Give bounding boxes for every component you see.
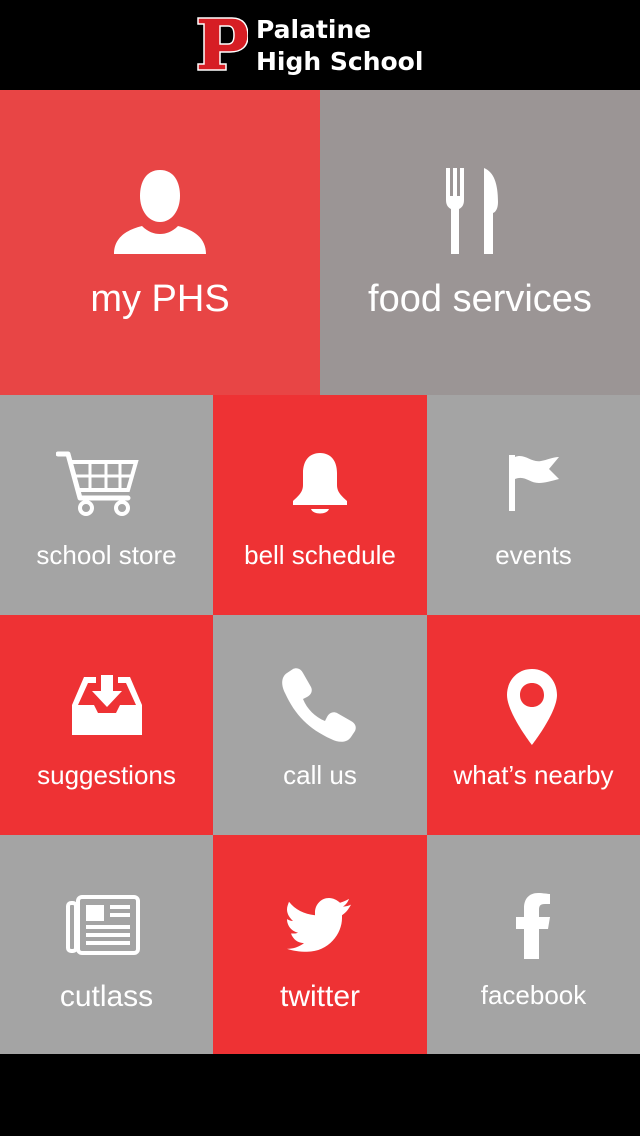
shopping-cart-icon <box>56 451 139 516</box>
inbox-download-icon <box>72 675 142 735</box>
tile-facebook[interactable]: facebook <box>427 835 640 1055</box>
tile-school-store[interactable]: school store <box>0 395 213 615</box>
tile-food-services-label: food services <box>368 278 592 320</box>
tile-twitter-label: twitter <box>279 980 360 1013</box>
tile-facebook-label: facebook <box>480 980 587 1010</box>
tile-suggestions[interactable]: suggestions <box>0 615 213 835</box>
tile-my-phs[interactable]: my PHS <box>0 90 320 395</box>
tile-school-store-label: school store <box>36 540 177 570</box>
tile-call-us-label: call us <box>283 760 357 790</box>
app-header: Palatine High School <box>0 0 640 90</box>
tile-bell-schedule-label: bell schedule <box>244 540 396 570</box>
user-icon <box>114 170 206 254</box>
school-name-line2: High School <box>256 47 424 76</box>
tile-cutlass-label: cutlass <box>59 980 154 1013</box>
school-name: Palatine High School <box>256 14 423 78</box>
fork-knife-icon <box>446 168 498 254</box>
facebook-icon <box>516 893 550 959</box>
tile-my-phs-label: my PHS <box>90 278 230 320</box>
tile-events-label: events <box>495 540 572 570</box>
palatine-p-logo <box>197 17 248 71</box>
tile-whats-nearby-label: what’s nearby <box>453 760 614 790</box>
tile-twitter[interactable]: twitter <box>213 835 427 1055</box>
flag-icon <box>509 455 559 511</box>
newspaper-icon <box>66 895 140 955</box>
phone-icon <box>282 668 356 742</box>
tile-bell-schedule[interactable]: bell schedule <box>213 395 427 615</box>
tile-cutlass[interactable]: cutlass <box>0 835 213 1055</box>
footer-bar <box>0 1054 640 1136</box>
bell-icon <box>293 453 347 514</box>
tile-call-us[interactable]: call us <box>213 615 427 835</box>
tile-food-services[interactable]: food services <box>320 90 640 395</box>
school-name-line1: Palatine <box>256 15 372 44</box>
tile-whats-nearby[interactable]: what’s nearby <box>427 615 640 835</box>
map-pin-icon <box>507 669 557 745</box>
twitter-bird-icon <box>287 897 351 952</box>
tile-events[interactable]: events <box>427 395 640 615</box>
tile-suggestions-label: suggestions <box>37 760 176 790</box>
